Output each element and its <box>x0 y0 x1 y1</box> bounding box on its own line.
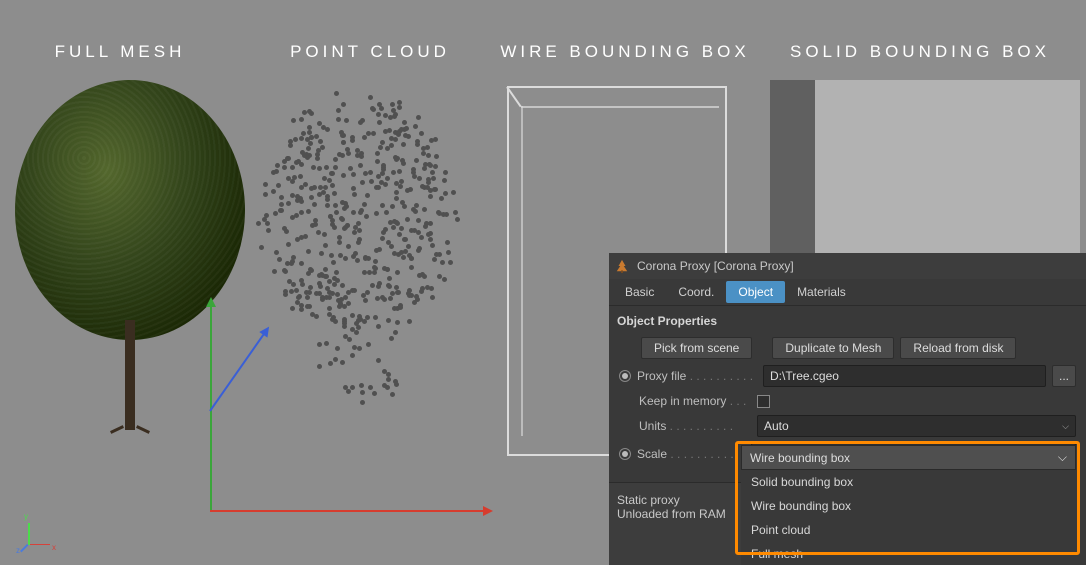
proxy-file-input[interactable]: D:\Tree.cgeo <box>763 365 1046 387</box>
header-full-mesh: FULL MESH <box>0 42 240 62</box>
keep-in-memory-label: Keep in memory . . . <box>639 394 751 408</box>
option-solid-bounding-box[interactable]: Solid bounding box <box>741 470 1076 494</box>
proxy-file-label: Proxy file <box>637 369 757 383</box>
status-block: Static proxy Unloaded from RAM <box>609 482 743 565</box>
option-full-mesh[interactable]: Full mesh <box>741 542 1076 565</box>
pick-from-scene-button[interactable]: Pick from scene <box>641 337 752 359</box>
visualization-method-select[interactable]: Wire bounding box ⌵ <box>741 445 1076 470</box>
units-select[interactable]: Auto⌵ <box>757 415 1076 437</box>
chevron-down-icon: ⌵ <box>1062 421 1069 432</box>
status-line2: Unloaded from RAM <box>617 507 734 521</box>
visualization-method-dropdown[interactable]: Wire bounding box ⌵ Solid bounding box W… <box>741 445 1076 565</box>
section-object-properties: Object Properties <box>609 306 1086 334</box>
option-wire-bounding-box[interactable]: Wire bounding box <box>741 494 1076 518</box>
scale-label: Scale <box>637 447 745 461</box>
browse-button[interactable]: ... <box>1052 365 1076 387</box>
header-point-cloud: POINT CLOUD <box>240 42 500 62</box>
viewport-solid-box <box>770 80 1080 260</box>
mini-axis-gizmo: x y z <box>18 515 58 555</box>
panel-title-text: Corona Proxy [Corona Proxy] <box>637 259 794 273</box>
option-point-cloud[interactable]: Point cloud <box>741 518 1076 542</box>
reload-from-disk-button[interactable]: Reload from disk <box>900 337 1016 359</box>
keep-in-memory-checkbox[interactable] <box>757 395 770 408</box>
corona-proxy-icon <box>615 259 629 273</box>
status-line1: Static proxy <box>617 493 734 507</box>
duplicate-to-mesh-button[interactable]: Duplicate to Mesh <box>772 337 894 359</box>
chevron-down-icon: ⌵ <box>1058 450 1067 465</box>
panel-titlebar: Corona Proxy [Corona Proxy] <box>609 253 1086 279</box>
tab-coord[interactable]: Coord. <box>666 281 726 303</box>
tab-object[interactable]: Object <box>726 281 785 303</box>
proxy-file-radio[interactable] <box>619 370 631 382</box>
scale-radio[interactable] <box>619 448 631 460</box>
header-solid-box: SOLID BOUNDING BOX <box>760 42 1080 62</box>
header-wire-box: WIRE BOUNDING BOX <box>495 42 755 62</box>
tab-basic[interactable]: Basic <box>613 281 666 303</box>
units-label: Units <box>639 419 751 433</box>
axis-gizmo <box>210 300 510 520</box>
tab-materials[interactable]: Materials <box>785 281 858 303</box>
tab-bar: Basic Coord. Object Materials <box>609 279 1086 306</box>
